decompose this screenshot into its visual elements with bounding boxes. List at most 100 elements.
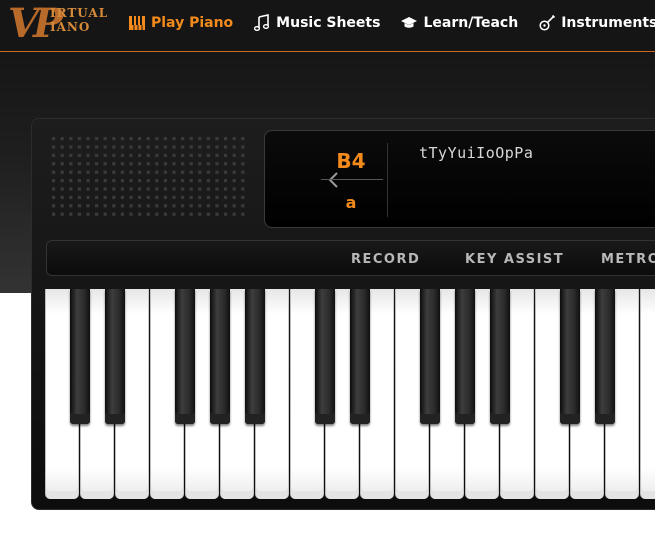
display-divider (387, 143, 388, 217)
speaker-hole (146, 162, 150, 166)
speaker-hole (129, 145, 133, 149)
speaker-hole (232, 153, 236, 157)
nav-instruments[interactable]: Instruments (538, 14, 655, 32)
logo-text-line1: IRTUAL (50, 6, 109, 20)
black-key[interactable] (420, 289, 440, 424)
speaker-hole (241, 153, 245, 157)
speaker-hole (241, 145, 245, 149)
speaker-hole (163, 195, 167, 199)
nav-label: Learn/Teach (423, 15, 519, 31)
speaker-hole (77, 179, 81, 183)
speaker-hole (163, 204, 167, 208)
speaker-hole (52, 137, 56, 141)
virtual-piano-page: VP IRTUAL IANO Play Piano Music Sheets L… (0, 0, 655, 546)
white-key[interactable] (640, 289, 655, 499)
speaker-hole (112, 179, 116, 183)
black-key[interactable] (245, 289, 265, 424)
speaker-hole (112, 153, 116, 157)
nav-music-sheets[interactable]: Music Sheets (253, 14, 380, 32)
speaker-hole (224, 170, 228, 174)
speaker-hole (155, 212, 159, 216)
speaker-hole (198, 153, 202, 157)
speaker-hole (189, 137, 193, 141)
top-navigation-bar: VP IRTUAL IANO Play Piano Music Sheets L… (0, 0, 655, 52)
speaker-hole (52, 187, 56, 191)
speaker-hole (172, 153, 176, 157)
speaker-hole (86, 195, 90, 199)
speaker-hole (129, 162, 133, 166)
speaker-hole (224, 195, 228, 199)
speaker-hole (69, 187, 73, 191)
speaker-hole (241, 179, 245, 183)
speaker-hole (69, 179, 73, 183)
speaker-hole (206, 162, 210, 166)
speaker-hole (198, 204, 202, 208)
metronome-button[interactable]: METRONOME (601, 252, 655, 267)
speaker-hole (224, 137, 228, 141)
speaker-hole (95, 145, 99, 149)
piano-instrument: B4 a tTyYuiIoOpPa RECORD KEY ASSIST METR… (31, 118, 655, 510)
speaker-hole (112, 145, 116, 149)
speaker-hole (198, 145, 202, 149)
speaker-hole (60, 145, 64, 149)
key-assist-button[interactable]: KEY ASSIST (465, 252, 564, 267)
speaker-hole (86, 170, 90, 174)
nav-play-piano[interactable]: Play Piano (128, 14, 233, 32)
nav-learn-teach[interactable]: Learn/Teach (400, 14, 518, 32)
black-key[interactable] (105, 289, 125, 424)
graduation-cap-icon (401, 17, 418, 28)
speaker-hole (103, 162, 107, 166)
piano-keyboard (45, 289, 655, 501)
speaker-hole (103, 187, 107, 191)
chevron-left-icon[interactable] (327, 171, 341, 189)
speaker-hole (138, 187, 142, 191)
speaker-hole (155, 195, 159, 199)
speaker-hole (60, 162, 64, 166)
speaker-hole (181, 153, 185, 157)
black-key[interactable] (560, 289, 580, 424)
speaker-hole (146, 170, 150, 174)
speaker-hole (60, 187, 64, 191)
speaker-hole (120, 187, 124, 191)
black-key[interactable] (70, 289, 90, 424)
speaker-hole (60, 153, 64, 157)
speaker-hole (138, 212, 142, 216)
speaker-hole (77, 145, 81, 149)
black-key[interactable] (350, 289, 370, 424)
speaker-hole (52, 195, 56, 199)
nav-label: Instruments (561, 15, 655, 31)
speaker-hole (112, 137, 116, 141)
speaker-hole (146, 212, 150, 216)
speaker-hole (163, 162, 167, 166)
speaker-hole (86, 204, 90, 208)
speaker-hole (95, 170, 99, 174)
speaker-hole (69, 204, 73, 208)
black-key[interactable] (595, 289, 615, 424)
speaker-hole (181, 212, 185, 216)
speaker-hole (120, 204, 124, 208)
speaker-hole (163, 187, 167, 191)
note-divider (321, 179, 383, 180)
black-key[interactable] (175, 289, 195, 424)
black-key[interactable] (315, 289, 335, 424)
speaker-hole (172, 137, 176, 141)
speaker-hole (60, 137, 64, 141)
speaker-hole (189, 179, 193, 183)
site-logo[interactable]: VP IRTUAL IANO (8, 0, 107, 47)
speaker-hole (112, 204, 116, 208)
speaker-hole (86, 179, 90, 183)
speaker-hole (95, 204, 99, 208)
record-button[interactable]: RECORD (351, 252, 420, 267)
speaker-hole (52, 162, 56, 166)
black-key[interactable] (210, 289, 230, 424)
black-key[interactable] (455, 289, 475, 424)
black-key[interactable] (490, 289, 510, 424)
speaker-hole (155, 137, 159, 141)
speaker-hole (163, 145, 167, 149)
speaker-hole (146, 187, 150, 191)
speaker-hole (95, 153, 99, 157)
speaker-hole (146, 204, 150, 208)
speaker-hole (103, 170, 107, 174)
speaker-hole (215, 137, 219, 141)
main-nav: Play Piano Music Sheets Learn/Teach Inst… (128, 14, 655, 32)
